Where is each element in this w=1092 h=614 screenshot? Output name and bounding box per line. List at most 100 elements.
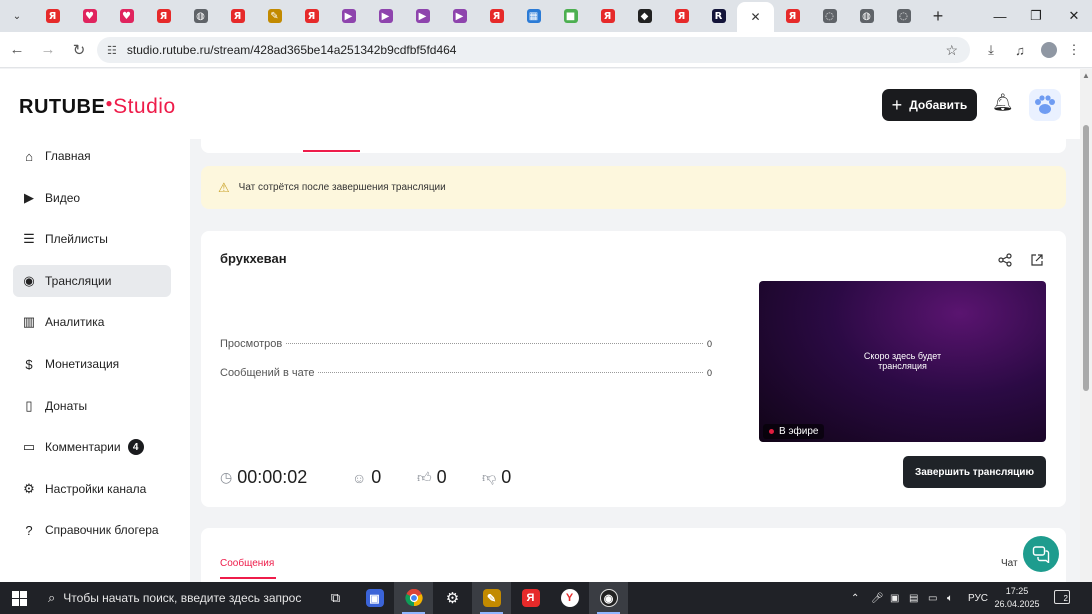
active-tab-underline [303, 150, 360, 152]
sidebar-item[interactable]: ? Справочник блогера [13, 514, 171, 546]
play-icon: ▶ [452, 9, 467, 23]
tab-messages[interactable]: Сообщения [220, 558, 274, 569]
pen-app-icon: ✎ [482, 589, 501, 607]
browser-tab[interactable]: ■ [552, 3, 589, 29]
sidebar-item[interactable]: ☰ Плейлисты [13, 223, 171, 255]
sidebar-item[interactable]: ▶ Видео [13, 182, 171, 214]
taskbar-clock[interactable]: 17:25 26.04.2025 [994, 585, 1040, 611]
task-view-button[interactable]: ⧉ [316, 582, 355, 614]
add-button[interactable]: + Добавить [882, 89, 977, 121]
media-controls-icon[interactable]: ♫ [1010, 40, 1030, 60]
browser-tab[interactable]: ◌ [811, 3, 848, 29]
taskbar-chrome[interactable] [394, 582, 433, 614]
browser-tab[interactable]: ◍ [182, 3, 219, 29]
taskbar-app-obs[interactable]: ◉ [589, 582, 628, 614]
browser-tab[interactable]: Я [219, 3, 256, 29]
sidebar-item[interactable]: ⚙ Настройки канала [13, 473, 171, 505]
main-content: ⚠ Чат сотрётся после завершения трансляц… [190, 139, 1080, 582]
profile-avatar[interactable] [1041, 42, 1057, 58]
tabs-card [201, 139, 1066, 153]
sidebar-item[interactable]: ▯ Донаты [13, 390, 171, 422]
chat-messages-value: 0 [706, 368, 712, 378]
sidebar-item[interactable]: $ Монетизация [13, 348, 171, 380]
viewers-count: ☺ 0 [352, 467, 381, 488]
browser-tab[interactable]: ✎ [256, 3, 293, 29]
external-link-icon[interactable] [1028, 251, 1046, 269]
download-icon[interactable]: ⤓ [981, 40, 1001, 60]
microphone-icon[interactable]: 🎤︎ [871, 582, 884, 614]
yandex-icon: Я [304, 9, 319, 23]
browser-tab[interactable]: Я [589, 3, 626, 29]
forward-button[interactable]: → [34, 36, 62, 64]
browser-tab[interactable]: ◆ [626, 3, 663, 29]
yandex-icon: Я [785, 9, 800, 23]
reload-button[interactable]: ↻ [65, 36, 93, 64]
rutube-studio-logo[interactable]: RUTUBE●Studio [19, 95, 176, 119]
taskbar-settings[interactable]: ⚙ [433, 582, 472, 614]
support-chat-button[interactable] [1023, 536, 1059, 572]
taskbar-yandex[interactable]: Я [511, 582, 550, 614]
scroll-up-arrow[interactable]: ▲ [1082, 71, 1090, 80]
restore-button[interactable]: ❐ [1018, 0, 1054, 32]
browser-tab[interactable]: Я [293, 3, 330, 29]
browser-tab[interactable]: ♥ [108, 3, 145, 29]
language-indicator[interactable]: РУС [968, 582, 988, 614]
search-icon: ⌕ [48, 590, 56, 605]
network-icon[interactable]: ▤ [909, 582, 918, 614]
close-tab-icon[interactable]: ✕ [750, 10, 760, 24]
sidebar-item[interactable]: ▭ Комментарии 4 [13, 431, 171, 463]
tray-overflow-icon[interactable]: ⌃ [851, 582, 859, 614]
bell-icon[interactable]: 🔔︎ [992, 93, 1014, 113]
browser-tab[interactable]: ♥ [71, 3, 108, 29]
analytics-icon: ▥ [22, 314, 36, 330]
live-dot-icon [769, 429, 774, 434]
sidebar-item[interactable]: ◉ Трансляции [13, 264, 171, 297]
battery-icon[interactable]: ▭ [928, 582, 937, 614]
new-tab-button[interactable]: + [922, 0, 954, 32]
browser-tab[interactable]: Я [663, 3, 700, 29]
scroll-thumb[interactable] [1083, 125, 1089, 391]
share-icon[interactable] [996, 251, 1014, 269]
browser-tab[interactable]: ◌ [885, 3, 922, 29]
minimize-button[interactable]: — [982, 0, 1018, 32]
browser-menu-icon[interactable]: ⋮ [1064, 40, 1084, 60]
browser-tab[interactable]: Я [145, 3, 182, 29]
camera-icon[interactable]: ▣ [890, 582, 899, 614]
site-info-icon[interactable]: ☷ [107, 44, 117, 57]
browser-tab[interactable]: ▶ [330, 3, 367, 29]
back-button[interactable]: ← [3, 36, 31, 64]
sidebar-item[interactable]: ▥ Аналитика [13, 306, 171, 338]
browser-tab[interactable]: Я [478, 3, 515, 29]
browser-tab[interactable]: ▶ [404, 3, 441, 29]
stream-preview[interactable]: Скоро здесь будет трансляция В эфире [759, 281, 1046, 442]
page-scrollbar[interactable]: ▲ [1080, 69, 1092, 582]
globe-icon: ◍ [193, 9, 208, 23]
browser-tab[interactable]: Я [34, 3, 71, 29]
sidebar-item[interactable]: ⌂ Главная [13, 140, 171, 172]
browser-tab[interactable]: Я [774, 3, 811, 29]
views-value: 0 [706, 339, 712, 349]
yandex-browser-icon: Y [560, 589, 579, 607]
notification-center-icon[interactable]: 2 [1054, 590, 1070, 604]
playlist-icon: ☰ [23, 231, 35, 247]
tab-chat[interactable]: Чат [1001, 558, 1018, 569]
settings-icon: ⚙ [23, 480, 35, 496]
browser-tab[interactable]: R [700, 3, 737, 29]
taskbar-app-pen[interactable]: ✎ [472, 582, 511, 614]
browser-tab[interactable]: ▶ [441, 3, 478, 29]
browser-tab[interactable]: ◍ [848, 3, 885, 29]
active-browser-tab[interactable]: ✕ [737, 2, 774, 32]
volume-icon[interactable]: 🔈︎ [947, 582, 953, 614]
channel-avatar[interactable] [1029, 89, 1061, 121]
taskbar-yandex-browser[interactable]: Y [550, 582, 589, 614]
tab-search-button[interactable]: ⌄ [0, 0, 34, 32]
taskbar-app-1[interactable]: ▣ [355, 582, 394, 614]
bookmark-star-icon[interactable]: ☆ [945, 42, 958, 59]
browser-tab[interactable]: ▦ [515, 3, 552, 29]
taskbar-search[interactable]: ⌕ Чтобы начать поиск, введите здесь запр… [38, 582, 316, 614]
url-field[interactable]: ☷ studio.rutube.ru/stream/428ad365be14a2… [97, 37, 970, 63]
start-button[interactable] [0, 582, 38, 614]
end-stream-button[interactable]: Завершить трансляцию [903, 456, 1046, 488]
browser-tab[interactable]: ▶ [367, 3, 404, 29]
window-close-button[interactable]: ✕ [1056, 0, 1092, 32]
